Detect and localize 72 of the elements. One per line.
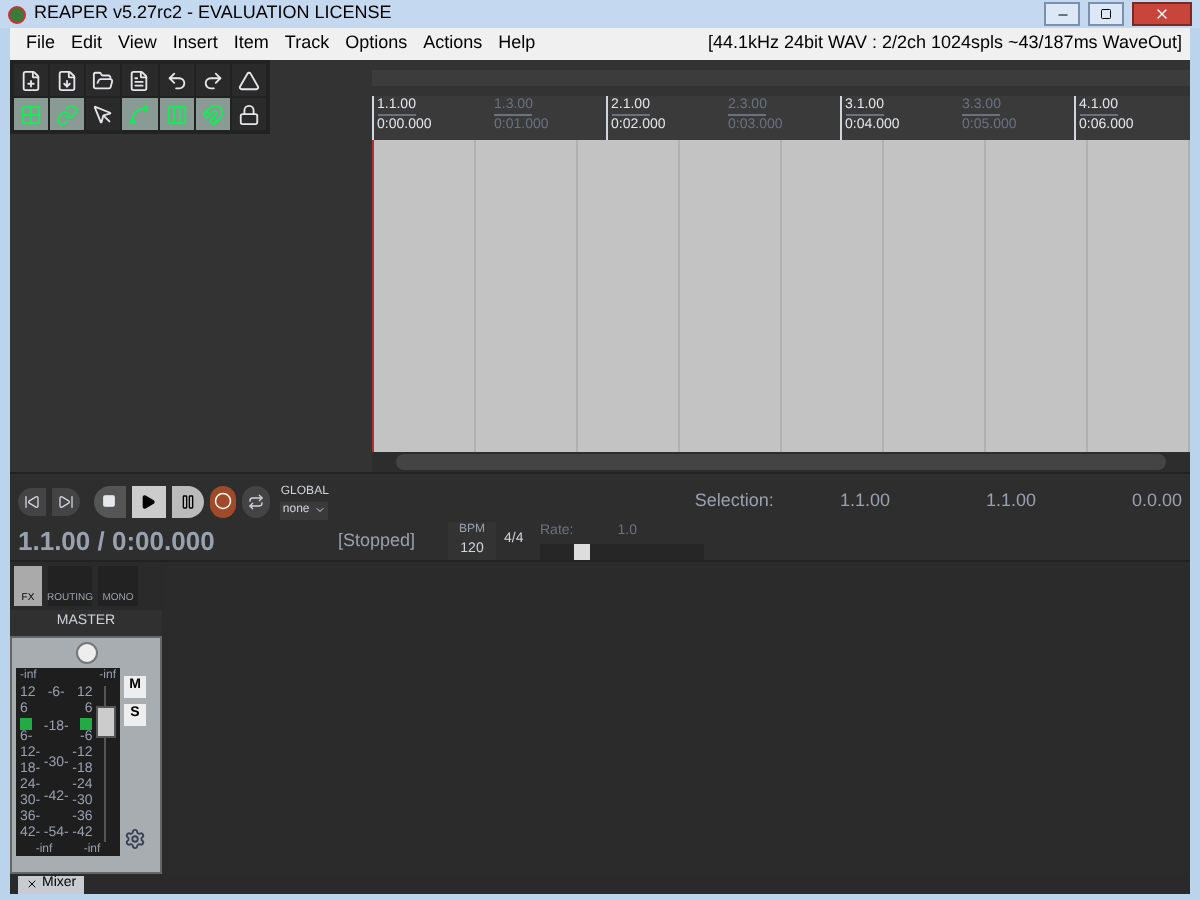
- magnet-icon: [201, 103, 224, 125]
- play-button[interactable]: [131, 485, 166, 518]
- audio-status: [44.1kHz 24bit WAV : 2/2ch 1024spls ~43/187ms WaveOut]: [707, 30, 1182, 57]
- toolbar-button[interactable]: [231, 98, 266, 130]
- selection-label: Selection:: [694, 488, 774, 514]
- toolbar-button[interactable]: [86, 64, 121, 96]
- skip-back-icon: [23, 493, 40, 510]
- record-icon: [214, 492, 232, 511]
- toolbar-button[interactable]: [50, 64, 85, 96]
- folder-icon: [92, 69, 115, 91]
- toolbar-button[interactable]: [231, 64, 266, 96]
- redo-icon: [201, 69, 224, 91]
- document-icon: [128, 69, 151, 91]
- close-icon: [26, 878, 38, 890]
- skip-back-button[interactable]: [18, 487, 46, 516]
- close-button[interactable]: [1132, 2, 1192, 26]
- toolbar-button[interactable]: [14, 98, 49, 130]
- maximize-button[interactable]: [1088, 2, 1124, 26]
- horizontal-scrollbar[interactable]: [395, 454, 1166, 470]
- toolbar-button[interactable]: [122, 64, 158, 96]
- menu-item[interactable]: Edit: [63, 30, 111, 58]
- app-icon: [8, 5, 26, 23]
- menu-item[interactable]: File: [18, 30, 64, 58]
- toolbar-button[interactable]: [159, 64, 194, 96]
- menu-item[interactable]: Track: [276, 30, 338, 58]
- skip-forward-icon: [57, 493, 74, 510]
- meter-peak-icon: [80, 717, 93, 729]
- grid-icon: [20, 103, 43, 125]
- pause-icon: [179, 493, 196, 510]
- settings-icon[interactable]: [124, 827, 146, 849]
- menu-item[interactable]: Actions: [415, 30, 491, 58]
- pause-button[interactable]: [171, 485, 204, 518]
- toolbar-button[interactable]: [50, 98, 85, 130]
- record-button[interactable]: [209, 485, 237, 518]
- toolbar-button[interactable]: [195, 98, 230, 130]
- chain-icon: [56, 103, 79, 125]
- new-file-icon: [20, 69, 43, 91]
- rate-slider-thumb[interactable]: [573, 544, 589, 560]
- rate-slider[interactable]: [540, 544, 704, 560]
- maximize-icon: [1100, 8, 1112, 20]
- selection-start: 1.1.00: [839, 488, 890, 514]
- repeat-button[interactable]: [242, 485, 271, 518]
- columns-icon: [165, 103, 188, 125]
- repeat-icon: [248, 493, 265, 510]
- file-arrow-icon: [56, 69, 79, 91]
- fader-handle[interactable]: [96, 706, 116, 739]
- play-icon: [140, 493, 157, 510]
- position-display: 1.1.00 / 0:00.000: [18, 523, 217, 559]
- play-state: [Stopped]: [338, 527, 418, 554]
- toolbar-button[interactable]: [195, 64, 230, 96]
- undo-icon: [165, 69, 188, 91]
- skip-forward-button[interactable]: [51, 487, 80, 516]
- window-title: REAPER v5.27rc2 - EVALUATION LICENSE: [34, 0, 394, 27]
- menu-item[interactable]: Help: [490, 30, 544, 58]
- menu-item[interactable]: Insert: [164, 30, 226, 58]
- stop-button[interactable]: [93, 485, 125, 518]
- meter-peak-icon: [20, 717, 32, 729]
- caret-icon: [313, 504, 326, 517]
- selection-end: 1.1.00: [985, 488, 1036, 514]
- toolbar-button[interactable]: [159, 98, 194, 130]
- toolbar-button[interactable]: [14, 64, 49, 96]
- menu-item[interactable]: View: [110, 30, 165, 58]
- menu-item[interactable]: Item: [225, 30, 277, 58]
- close-icon: [1154, 6, 1170, 22]
- pointer-icon: [92, 103, 115, 125]
- menu-item[interactable]: Options: [337, 30, 416, 58]
- stop-icon: [102, 494, 117, 509]
- selection-length: 0.0.00: [1132, 488, 1183, 514]
- lock-icon: [237, 103, 260, 125]
- pan-knob[interactable]: [75, 641, 97, 663]
- fader-track[interactable]: [96, 685, 116, 841]
- toolbar-button[interactable]: [86, 98, 121, 130]
